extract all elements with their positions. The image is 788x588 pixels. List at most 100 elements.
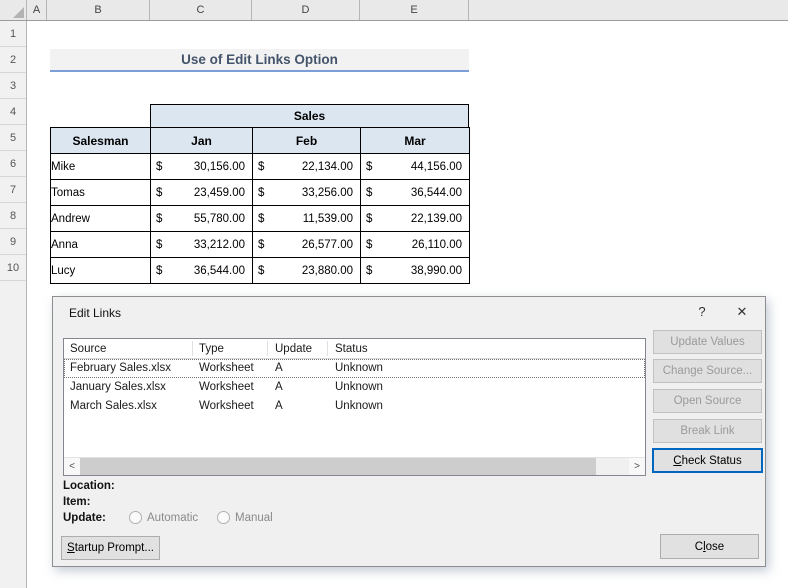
check-status-button[interactable]: Check Status	[652, 448, 763, 473]
amount: 22,134.00	[302, 161, 353, 173]
salesman-cell[interactable]: Tomas	[51, 180, 151, 206]
sales-group-header-cell[interactable]: Sales	[150, 104, 469, 128]
list-row-march[interactable]: March Sales.xlsx Worksheet A Unknown	[64, 397, 645, 416]
currency-symbol: $	[258, 161, 264, 173]
mar-cell[interactable]: $36,544.00	[361, 180, 470, 206]
salesman-cell[interactable]: Lucy	[51, 258, 151, 284]
table-row: Tomas $23,459.00 $33,256.00 $36,544.00	[51, 180, 470, 206]
amount: 30,156.00	[194, 161, 245, 173]
feb-cell[interactable]: $11,539.00	[253, 206, 361, 232]
header-separator	[192, 341, 193, 356]
jan-cell[interactable]: $55,780.00	[151, 206, 253, 232]
mar-cell[interactable]: $26,110.00	[361, 232, 470, 258]
select-all-triangle-icon	[13, 7, 24, 18]
currency-symbol: $	[258, 239, 264, 251]
row-header-10[interactable]: 10	[0, 255, 26, 281]
scrollbar-thumb[interactable]	[80, 458, 596, 475]
table-header-row: Salesman Jan Feb Mar	[51, 128, 470, 154]
jan-cell[interactable]: $23,459.00	[151, 180, 253, 206]
currency-symbol: $	[258, 187, 264, 199]
link-source: January Sales.xlsx	[70, 378, 166, 397]
row-header-3[interactable]: 3	[0, 73, 26, 99]
col-header-c[interactable]: C	[150, 0, 252, 20]
label-part: C	[673, 455, 681, 467]
col-header-a[interactable]: A	[27, 0, 47, 20]
link-status: Unknown	[335, 397, 383, 416]
jan-cell[interactable]: $36,544.00	[151, 258, 253, 284]
list-row-january[interactable]: January Sales.xlsx Worksheet A Unknown	[64, 378, 645, 397]
row-header-2[interactable]: 2	[0, 47, 26, 73]
link-source: March Sales.xlsx	[70, 397, 157, 416]
link-type: Worksheet	[199, 378, 254, 397]
header-feb[interactable]: Feb	[253, 128, 361, 154]
startup-prompt-button[interactable]: Startup Prompt...	[61, 536, 160, 560]
jan-cell[interactable]: $33,212.00	[151, 232, 253, 258]
currency-symbol: $	[366, 213, 372, 225]
link-status: Unknown	[335, 378, 383, 397]
col-header-b[interactable]: B	[47, 0, 150, 20]
feb-cell[interactable]: $23,880.00	[253, 258, 361, 284]
close-button[interactable]: Close	[660, 534, 759, 559]
help-icon[interactable]: ?	[691, 302, 713, 322]
amount: 26,577.00	[302, 239, 353, 251]
select-all-corner[interactable]	[0, 0, 27, 20]
salesman-cell[interactable]: Anna	[51, 232, 151, 258]
mar-cell[interactable]: $38,990.00	[361, 258, 470, 284]
radio-automatic-label: Automatic	[147, 512, 198, 524]
salesman-cell[interactable]: Andrew	[51, 206, 151, 232]
amount: 11,539.00	[303, 213, 353, 225]
radio-manual-label: Manual	[235, 512, 273, 524]
list-header-type[interactable]: Type	[199, 339, 224, 359]
open-source-button[interactable]: Open Source	[653, 389, 762, 413]
scroll-right-icon[interactable]: >	[629, 458, 645, 475]
close-icon[interactable]: ✕	[729, 302, 755, 322]
col-header-e[interactable]: E	[360, 0, 469, 20]
list-row-february[interactable]: February Sales.xlsx Worksheet A Unknown	[64, 359, 645, 378]
jan-cell[interactable]: $30,156.00	[151, 154, 253, 180]
mar-cell[interactable]: $22,139.00	[361, 206, 470, 232]
currency-symbol: $	[156, 187, 162, 199]
change-source-button[interactable]: Change Source...	[653, 359, 762, 383]
label-part: heck Status	[682, 455, 742, 467]
radio-automatic[interactable]: Automatic	[129, 511, 198, 524]
radio-manual[interactable]: Manual	[217, 511, 273, 524]
header-jan[interactable]: Jan	[151, 128, 253, 154]
col-header-d[interactable]: D	[252, 0, 360, 20]
label-part: S	[67, 542, 75, 554]
amount: 36,544.00	[194, 265, 245, 277]
mar-cell[interactable]: $44,156.00	[361, 154, 470, 180]
sheet-title-cell[interactable]: Use of Edit Links Option	[50, 49, 469, 72]
column-header-strip: A B C D E	[0, 0, 788, 21]
currency-symbol: $	[156, 265, 162, 277]
row-header-5[interactable]: 5	[0, 125, 26, 151]
item-label: Item:	[63, 496, 90, 508]
radio-circle-icon	[217, 511, 230, 524]
row-header-6[interactable]: 6	[0, 151, 26, 177]
break-link-button[interactable]: Break Link	[653, 419, 762, 443]
horizontal-scrollbar[interactable]: < >	[64, 457, 645, 475]
list-header-status[interactable]: Status	[335, 339, 368, 359]
row-header-9[interactable]: 9	[0, 229, 26, 255]
update-values-button[interactable]: Update Values	[653, 330, 762, 354]
header-mar[interactable]: Mar	[361, 128, 470, 154]
scroll-left-icon[interactable]: <	[64, 458, 80, 475]
amount: 23,459.00	[194, 187, 245, 199]
link-update: A	[275, 397, 283, 416]
currency-symbol: $	[366, 187, 372, 199]
salesman-cell[interactable]: Mike	[51, 154, 151, 180]
amount: 38,990.00	[411, 265, 462, 277]
currency-symbol: $	[366, 239, 372, 251]
excel-sheet: A B C D E 1 2 3 4 5 6 7 8 9 10 Use of Ed…	[0, 0, 788, 588]
list-header-update[interactable]: Update	[275, 339, 312, 359]
header-salesman[interactable]: Salesman	[51, 128, 151, 154]
row-header-1[interactable]: 1	[0, 21, 26, 47]
row-header-4[interactable]: 4	[0, 99, 26, 125]
row-header-7[interactable]: 7	[0, 177, 26, 203]
row-header-8[interactable]: 8	[0, 203, 26, 229]
feb-cell[interactable]: $33,256.00	[253, 180, 361, 206]
list-header-source[interactable]: Source	[70, 339, 106, 359]
feb-cell[interactable]: $22,134.00	[253, 154, 361, 180]
table-row: Mike $30,156.00 $22,134.00 $44,156.00	[51, 154, 470, 180]
currency-symbol: $	[156, 213, 162, 225]
feb-cell[interactable]: $26,577.00	[253, 232, 361, 258]
